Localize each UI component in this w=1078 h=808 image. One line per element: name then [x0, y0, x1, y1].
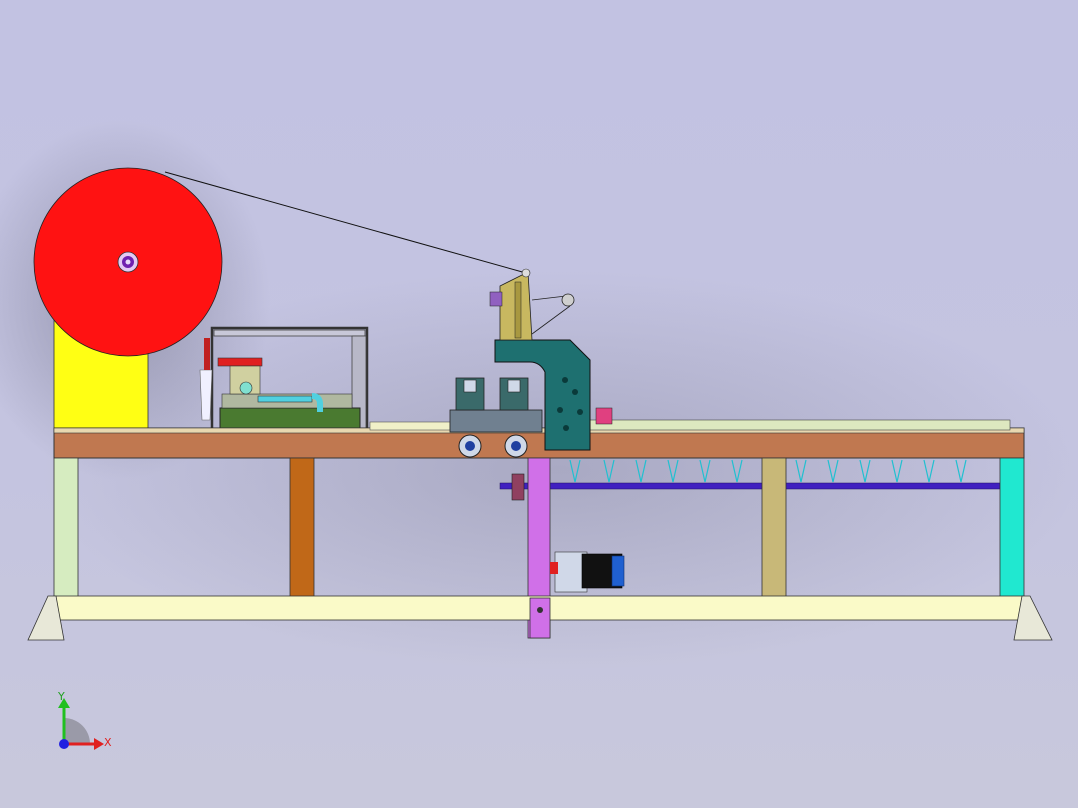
infeed-plate	[369, 421, 451, 431]
leg-mid-right	[761, 457, 787, 599]
press-pulley	[521, 268, 531, 278]
triad-x-label: X	[104, 736, 112, 749]
triad-x-arrow	[94, 738, 104, 750]
press-arm-slot	[514, 281, 522, 339]
machine-model: Y X	[0, 120, 1078, 750]
feed-unit-2-cap	[507, 379, 521, 393]
motor-indicator	[550, 562, 558, 574]
reel-hub-bore	[125, 259, 131, 265]
leg-right	[999, 457, 1025, 599]
left-sensor-post	[204, 338, 210, 370]
triad-y-label: Y	[57, 690, 65, 703]
motor-endcap	[611, 555, 625, 587]
press-bolt-3	[557, 407, 563, 413]
press-bolt-4	[577, 409, 583, 415]
press-bolt-5	[563, 425, 569, 431]
feed-block	[449, 409, 543, 433]
triad-z-axis	[59, 739, 69, 749]
press-arm-pivot	[489, 291, 503, 307]
press-bolt-1	[562, 377, 568, 383]
coordinate-triad: Y X	[57, 690, 112, 750]
drive-rod-coupling	[511, 473, 525, 501]
leg-left	[53, 457, 79, 599]
press-switch[interactable]	[595, 407, 613, 425]
feed-roller-2-hub	[511, 441, 521, 451]
leg-mid-left	[289, 457, 315, 599]
guard-top-rail	[213, 329, 366, 337]
foot-center-bolt	[537, 607, 543, 613]
feed-roller-1-hub	[465, 441, 475, 451]
feed-unit-1-cap	[463, 379, 477, 393]
straightener-head	[217, 357, 263, 367]
triad-arc	[64, 718, 90, 744]
drive-rod	[499, 482, 1001, 490]
left-sensor	[199, 369, 213, 421]
foot-center	[529, 597, 551, 639]
straightener-roller	[239, 381, 253, 395]
press-drive-pulley	[561, 293, 575, 307]
output-conveyor	[589, 419, 1011, 431]
press-bolt-2	[572, 389, 578, 395]
feed-guide	[257, 395, 313, 403]
cad-viewport[interactable]: Y X	[0, 0, 1078, 808]
